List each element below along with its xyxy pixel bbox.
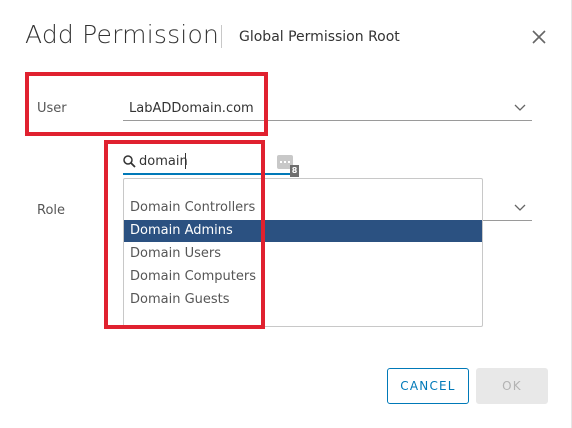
chevron-down-icon [514,204,526,211]
role-select[interactable] [480,196,532,221]
ok-button[interactable]: OK [476,368,548,404]
title-divider [221,25,222,48]
dialog-subtitle: Global Permission Root [239,29,400,45]
chevron-down-icon [514,104,526,111]
cancel-button[interactable]: CANCEL [387,368,469,404]
annotation-highlight-results [104,140,265,329]
result-count-badge: 8 [290,165,299,177]
dialog-title: Add Permission [25,20,219,49]
annotation-highlight-user [25,72,268,136]
add-permission-dialog: Add Permission Global Permission Root Us… [0,0,572,428]
close-icon[interactable] [527,25,551,49]
role-label: Role [37,203,66,218]
